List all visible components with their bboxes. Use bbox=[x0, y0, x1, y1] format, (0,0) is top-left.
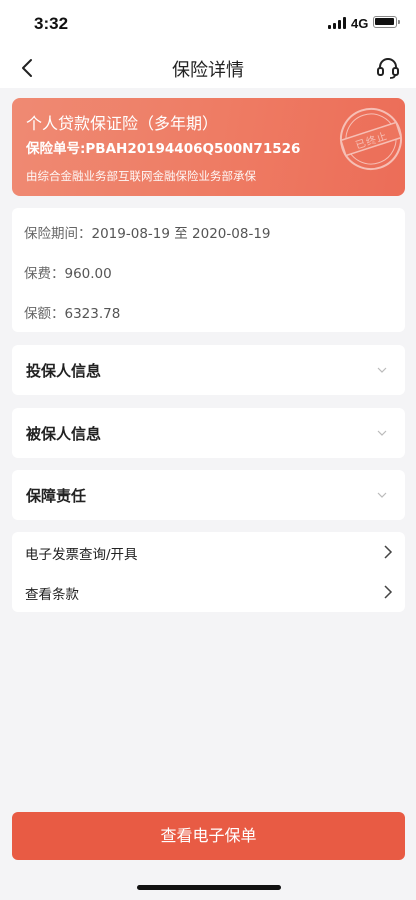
chevron-right-icon bbox=[384, 585, 393, 599]
chevron-down-icon bbox=[377, 430, 387, 436]
policy-info-panel: 保险期间：2019-08-19 至 2020-08-19 保费：960.00 保… bbox=[12, 208, 405, 332]
view-terms-link[interactable]: 查看条款 bbox=[12, 572, 405, 612]
status-time: 3:32 bbox=[34, 14, 69, 33]
terminated-stamp: 已终止 bbox=[329, 98, 405, 181]
link-label: 查看条款 bbox=[25, 587, 79, 603]
status-bar: 3:32 4G bbox=[0, 0, 416, 48]
period-label: 保险期间： bbox=[24, 226, 92, 242]
period-value: 2019-08-19 至 2020-08-19 bbox=[91, 226, 271, 242]
policy-underwriter: 由综合金融业务部互联网金融保险业务部承保 bbox=[26, 169, 256, 183]
policy-number: 保险单号:PBAH20194406Q500N71526 bbox=[26, 141, 301, 157]
section-insured-info[interactable]: 被保人信息 bbox=[12, 408, 405, 458]
home-indicator bbox=[137, 885, 281, 890]
section-title: 保障责任 bbox=[26, 487, 87, 505]
amount-label: 保额： bbox=[24, 306, 65, 322]
premium-label: 保费： bbox=[24, 266, 65, 282]
chevron-down-icon bbox=[377, 367, 387, 373]
network-label: 4G bbox=[351, 16, 369, 31]
section-title: 投保人信息 bbox=[26, 362, 102, 380]
link-label: 电子发票查询/开具 bbox=[25, 547, 138, 563]
links-panel: 电子发票查询/开具 查看条款 bbox=[12, 532, 405, 612]
section-title: 被保人信息 bbox=[26, 425, 102, 443]
nav-bar: 保险详情 bbox=[0, 48, 416, 88]
premium-row: 保费：960.00 bbox=[24, 262, 112, 282]
chevron-right-icon bbox=[384, 545, 393, 559]
page-title: 保险详情 bbox=[172, 60, 244, 81]
customer-service-button[interactable] bbox=[374, 54, 402, 82]
amount-row: 保额：6323.78 bbox=[24, 302, 120, 322]
section-policyholder-info[interactable]: 投保人信息 bbox=[12, 345, 405, 395]
amount-value: 6323.78 bbox=[64, 306, 121, 322]
policy-name: 个人贷款保证险（多年期） bbox=[26, 114, 219, 133]
policy-card: 个人贷款保证险（多年期） 保险单号:PBAH20194406Q500N71526… bbox=[12, 98, 405, 196]
premium-value: 960.00 bbox=[64, 266, 112, 282]
view-e-policy-button[interactable]: 查看电子保单 bbox=[12, 812, 405, 860]
section-coverage[interactable]: 保障责任 bbox=[12, 470, 405, 520]
period-row: 保险期间：2019-08-19 至 2020-08-19 bbox=[24, 222, 271, 242]
chevron-down-icon bbox=[377, 492, 387, 498]
e-invoice-link[interactable]: 电子发票查询/开具 bbox=[12, 532, 405, 572]
battery-icon bbox=[373, 16, 400, 28]
signal-icon bbox=[328, 17, 346, 29]
headset-icon bbox=[377, 58, 399, 79]
